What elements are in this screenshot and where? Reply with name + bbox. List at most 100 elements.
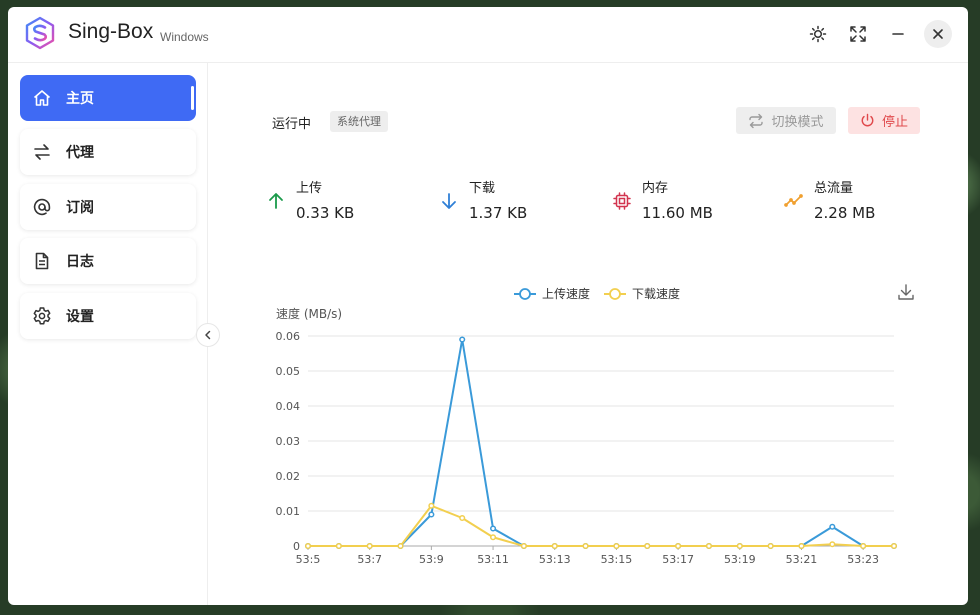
data-point: [551, 542, 558, 550]
sidebar-item-proxy[interactable]: 代理: [20, 129, 196, 175]
close-icon: [933, 29, 943, 39]
y-tick-label: 0.06: [276, 330, 301, 343]
close-button[interactable]: [924, 20, 952, 48]
x-tick-label: 53:17: [662, 553, 694, 566]
x-tick-label: 53:13: [539, 553, 571, 566]
minimize-button[interactable]: [884, 20, 912, 48]
data-point: [397, 542, 404, 550]
stat-label: 总流量: [814, 181, 854, 196]
legend-marker: [609, 288, 621, 300]
data-point: [798, 542, 805, 550]
y-tick-label: 0.05: [276, 365, 301, 378]
expand-icon: [850, 26, 866, 42]
stat-value: 0.33 KB: [296, 204, 355, 222]
sidebar-item-home[interactable]: 主页: [20, 75, 196, 121]
series-line-upload: [308, 338, 894, 547]
legend-label: 上传速度: [542, 286, 590, 301]
switch-icon: [749, 113, 764, 128]
arrow-down-icon: [442, 193, 456, 209]
sidebar-item-label: 主页: [66, 91, 94, 107]
at-icon: [32, 197, 52, 217]
y-tick-label: 0.02: [276, 470, 301, 483]
stat-value: 2.28 MB: [814, 204, 876, 222]
x-tick-label: 53:21: [786, 553, 818, 566]
data-point: [736, 542, 743, 550]
y-axis-label: 速度 (MB/s): [276, 306, 342, 321]
y-tick-label: 0.04: [276, 400, 301, 413]
sidebar: 主页 代理 订阅 日志 设置: [8, 63, 208, 605]
speed-chart-svg: 速度 (MB/s) 0 0.01 0.02 0.03 0.04 0.05 0.06 53:5 53…: [276, 286, 898, 566]
arrow-up-icon: [269, 193, 283, 209]
data-point: [304, 542, 312, 550]
x-tick-label: 53:15: [601, 553, 633, 566]
switch-mode-button[interactable]: 切换模式: [736, 107, 836, 134]
sidebar-item-label: 代理: [66, 145, 94, 161]
chevron-left-icon: [205, 330, 211, 340]
speed-chart: 速度 (MB/s) 0 0.01 0.02 0.03 0.04 0.05 0.06 53:5 53…: [266, 275, 926, 575]
x-tick-label: 53:5: [296, 553, 321, 566]
active-indicator: [191, 86, 194, 110]
fullscreen-button[interactable]: [844, 20, 872, 48]
stat-label: 内存: [642, 181, 669, 196]
theme-toggle-button[interactable]: [804, 20, 832, 48]
sidebar-item-settings[interactable]: 设置: [20, 293, 196, 339]
home-icon: [32, 88, 52, 108]
legend-label: 下载速度: [632, 286, 680, 301]
app-subtitle: Windows: [160, 30, 209, 44]
data-point: [459, 336, 466, 343]
sidebar-item-label: 设置: [66, 309, 94, 325]
data-point: [459, 514, 466, 522]
sidebar-item-subscription[interactable]: 订阅: [20, 184, 196, 230]
trend-icon: [784, 194, 803, 207]
stat-total-traffic: 总流量 2.28 MB: [784, 175, 944, 225]
document-icon: [32, 251, 52, 271]
stat-value: 11.60 MB: [642, 204, 713, 222]
app-logo-icon: [25, 16, 55, 50]
x-tick-label: 53:19: [724, 553, 756, 566]
sidebar-item-label: 订阅: [66, 200, 94, 216]
series-line-download: [308, 504, 894, 547]
x-tick-label: 53:11: [477, 553, 509, 566]
stop-label: 停止: [881, 115, 908, 130]
switch-mode-label: 切换模式: [771, 115, 824, 130]
running-status: 运行中: [272, 117, 312, 132]
x-tick-label: 53:7: [357, 553, 382, 566]
data-point: [860, 542, 867, 550]
stat-download: 下载 1.37 KB: [439, 175, 599, 225]
data-point: [428, 502, 435, 509]
sidebar-collapse-button[interactable]: [196, 323, 220, 347]
data-point: [613, 542, 620, 550]
data-point: [582, 542, 589, 550]
x-tick-label: 53:23: [847, 553, 879, 566]
data-point: [520, 542, 527, 550]
data-point: [675, 542, 682, 550]
data-point: [829, 541, 836, 548]
stat-label: 上传: [296, 181, 323, 196]
data-point: [829, 523, 836, 530]
app-title: Sing-Box: [68, 20, 154, 43]
stat-upload: 上传 0.33 KB: [266, 175, 426, 225]
minimize-icon: [892, 33, 904, 35]
swap-icon: [32, 142, 52, 162]
data-point: [490, 534, 497, 541]
sun-icon: [809, 25, 827, 43]
data-point: [890, 542, 898, 550]
data-point: [335, 542, 342, 550]
gear-icon: [32, 306, 52, 326]
data-point: [428, 511, 435, 518]
stat-label: 下载: [469, 181, 496, 196]
stop-button[interactable]: 停止: [848, 107, 920, 134]
stat-memory: 内存 11.60 MB: [612, 175, 772, 225]
power-icon: [861, 113, 874, 127]
stat-value: 1.37 KB: [469, 204, 528, 222]
y-tick-label: 0.03: [276, 435, 301, 448]
app-window: Sing-Box Windows 主页 代理 订阅 日志 设置 运行中 系统代理…: [8, 7, 968, 605]
data-point: [366, 542, 373, 550]
chip-icon: [613, 192, 631, 210]
data-point: [490, 525, 497, 532]
y-tick-label: 0: [293, 540, 300, 553]
title-bar[interactable]: Sing-Box Windows: [8, 7, 968, 63]
legend-marker: [519, 288, 531, 300]
sidebar-item-logs[interactable]: 日志: [20, 238, 196, 284]
data-point: [644, 542, 651, 550]
